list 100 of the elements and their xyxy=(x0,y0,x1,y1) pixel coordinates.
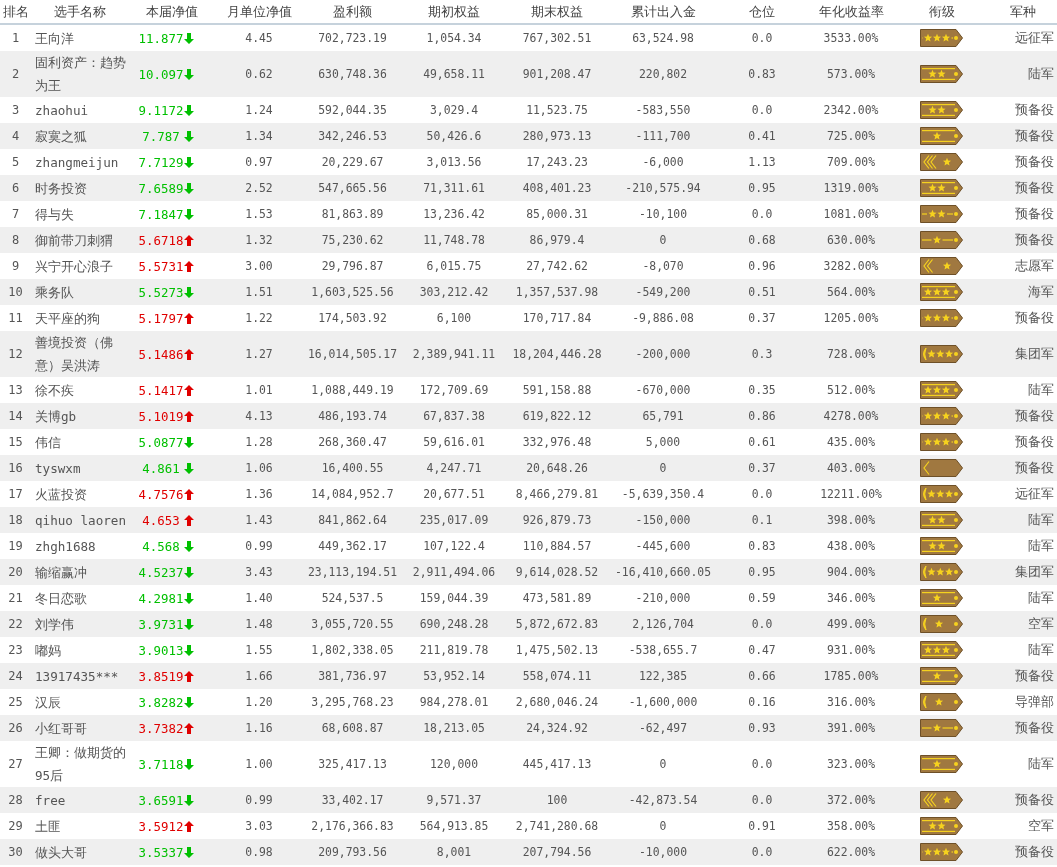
cumulative-flow-cell: -549,200 xyxy=(609,279,717,305)
position-cell: 0.35 xyxy=(717,377,807,403)
position-cell: 0.61 xyxy=(717,429,807,455)
final-equity-cell: 85,000.31 xyxy=(505,201,609,227)
position-cell: 0.83 xyxy=(717,51,807,97)
branch-cell: 预备役 xyxy=(988,123,1057,149)
net-value-text: 7.787 xyxy=(141,128,181,144)
net-value-text: 4.5237 xyxy=(138,564,184,580)
player-name-cell: 做头大哥 xyxy=(31,839,128,865)
rank-cell: 29 xyxy=(0,813,31,839)
cumulative-flow-cell: 0 xyxy=(609,741,717,787)
annual-return-cell: 622.00% xyxy=(807,839,895,865)
branch-cell: 陆军 xyxy=(988,741,1057,787)
position-cell: 0.16 xyxy=(717,689,807,715)
player-name-cell: zhangmeijun xyxy=(31,149,128,175)
profit-cell: 1,603,525.56 xyxy=(302,279,403,305)
profit-cell: 841,862.64 xyxy=(302,507,403,533)
player-name-cell: 得与失 xyxy=(31,201,128,227)
cumulative-flow-cell: 65,791 xyxy=(609,403,717,429)
branch-cell: 预备役 xyxy=(988,839,1057,865)
net-value-text: 10.097 xyxy=(138,66,184,82)
rank-cell: 3 xyxy=(0,97,31,123)
annual-return-cell: 4278.00% xyxy=(807,403,895,429)
player-name-cell: 小红哥哥 xyxy=(31,715,128,741)
branch-cell: 陆军 xyxy=(988,533,1057,559)
net-value-text: 3.5337 xyxy=(138,844,184,860)
annual-return-cell: 573.00% xyxy=(807,51,895,97)
cumulative-flow-cell: 0 xyxy=(609,227,717,253)
rank-cell: 22 xyxy=(0,611,31,637)
profit-cell: 547,665.56 xyxy=(302,175,403,201)
branch-cell: 空军 xyxy=(988,611,1057,637)
player-name-cell: tyswxm xyxy=(31,455,128,481)
initial-equity-cell: 159,044.39 xyxy=(403,585,505,611)
rank-cell: 6 xyxy=(0,175,31,201)
position-cell: 0.0 xyxy=(717,201,807,227)
annual-return-cell: 564.00% xyxy=(807,279,895,305)
initial-equity-cell: 59,616.01 xyxy=(403,429,505,455)
final-equity-cell: 591,158.88 xyxy=(505,377,609,403)
rank-cell: 17 xyxy=(0,481,31,507)
initial-equity-cell: 53,952.14 xyxy=(403,663,505,689)
monthly-nav-cell: 4.45 xyxy=(216,24,302,51)
player-name-cell: 善境投资（佛意）吴洪涛 xyxy=(31,331,128,377)
branch-cell: 志愿军 xyxy=(988,253,1057,279)
cumulative-flow-cell: -42,873.54 xyxy=(609,787,717,813)
position-cell: 0.3 xyxy=(717,331,807,377)
initial-equity-cell: 13,236.42 xyxy=(403,201,505,227)
initial-equity-cell: 2,389,941.11 xyxy=(403,331,505,377)
profit-cell: 325,417.13 xyxy=(302,741,403,787)
position-cell: 0.41 xyxy=(717,123,807,149)
rank-cell: 26 xyxy=(0,715,31,741)
cumulative-flow-cell: -5,639,350.4 xyxy=(609,481,717,507)
initial-equity-cell: 50,426.6 xyxy=(403,123,505,149)
cumulative-flow-cell: -6,000 xyxy=(609,149,717,175)
initial-equity-cell: 11,748.78 xyxy=(403,227,505,253)
monthly-nav-cell: 0.99 xyxy=(216,787,302,813)
player-name-cell: 兴宁开心浪子 xyxy=(31,253,128,279)
final-equity-cell: 926,879.73 xyxy=(505,507,609,533)
rank-cell: 12 xyxy=(0,331,31,377)
branch-cell: 远征军 xyxy=(988,481,1057,507)
net-value-text: 3.9013 xyxy=(138,642,184,658)
annual-return-cell: 3533.00% xyxy=(807,24,895,51)
profit-cell: 68,608.87 xyxy=(302,715,403,741)
player-name-cell: 输缩赢冲 xyxy=(31,559,128,585)
monthly-nav-cell: 2.52 xyxy=(216,175,302,201)
final-equity-cell: 11,523.75 xyxy=(505,97,609,123)
monthly-nav-cell: 1.24 xyxy=(216,97,302,123)
rank-cell: 24 xyxy=(0,663,31,689)
monthly-nav-cell: 1.22 xyxy=(216,305,302,331)
cumulative-flow-cell: -538,655.7 xyxy=(609,637,717,663)
cumulative-flow-cell: -16,410,660.05 xyxy=(609,559,717,585)
net-value-text: 5.6718 xyxy=(138,232,184,248)
annual-return-cell: 323.00% xyxy=(807,741,895,787)
position-cell: 0.1 xyxy=(717,507,807,533)
position-cell: 0.51 xyxy=(717,279,807,305)
rank-cell: 7 xyxy=(0,201,31,227)
rank-cell: 25 xyxy=(0,689,31,715)
net-value-text: 9.1172 xyxy=(138,102,184,118)
position-cell: 0.0 xyxy=(717,97,807,123)
initial-equity-cell: 49,658.11 xyxy=(403,51,505,97)
monthly-nav-cell: 1.32 xyxy=(216,227,302,253)
position-cell: 0.0 xyxy=(717,741,807,787)
initial-equity-cell: 172,709.69 xyxy=(403,377,505,403)
final-equity-cell: 8,466,279.81 xyxy=(505,481,609,507)
profit-cell: 630,748.36 xyxy=(302,51,403,97)
player-name-cell: 徐不疾 xyxy=(31,377,128,403)
position-cell: 0.0 xyxy=(717,24,807,51)
player-name-cell: 天平座的狗 xyxy=(31,305,128,331)
profit-cell: 16,014,505.17 xyxy=(302,331,403,377)
position-cell: 0.96 xyxy=(717,253,807,279)
monthly-nav-cell: 1.27 xyxy=(216,331,302,377)
monthly-nav-cell: 3.43 xyxy=(216,559,302,585)
player-name-cell: 嘟妈 xyxy=(31,637,128,663)
branch-cell: 预备役 xyxy=(988,663,1057,689)
final-equity-cell: 27,742.62 xyxy=(505,253,609,279)
cumulative-flow-cell: -670,000 xyxy=(609,377,717,403)
branch-cell: 陆军 xyxy=(988,507,1057,533)
initial-equity-cell: 984,278.01 xyxy=(403,689,505,715)
position-cell: 0.59 xyxy=(717,585,807,611)
initial-equity-cell: 3,013.56 xyxy=(403,149,505,175)
branch-cell: 预备役 xyxy=(988,455,1057,481)
